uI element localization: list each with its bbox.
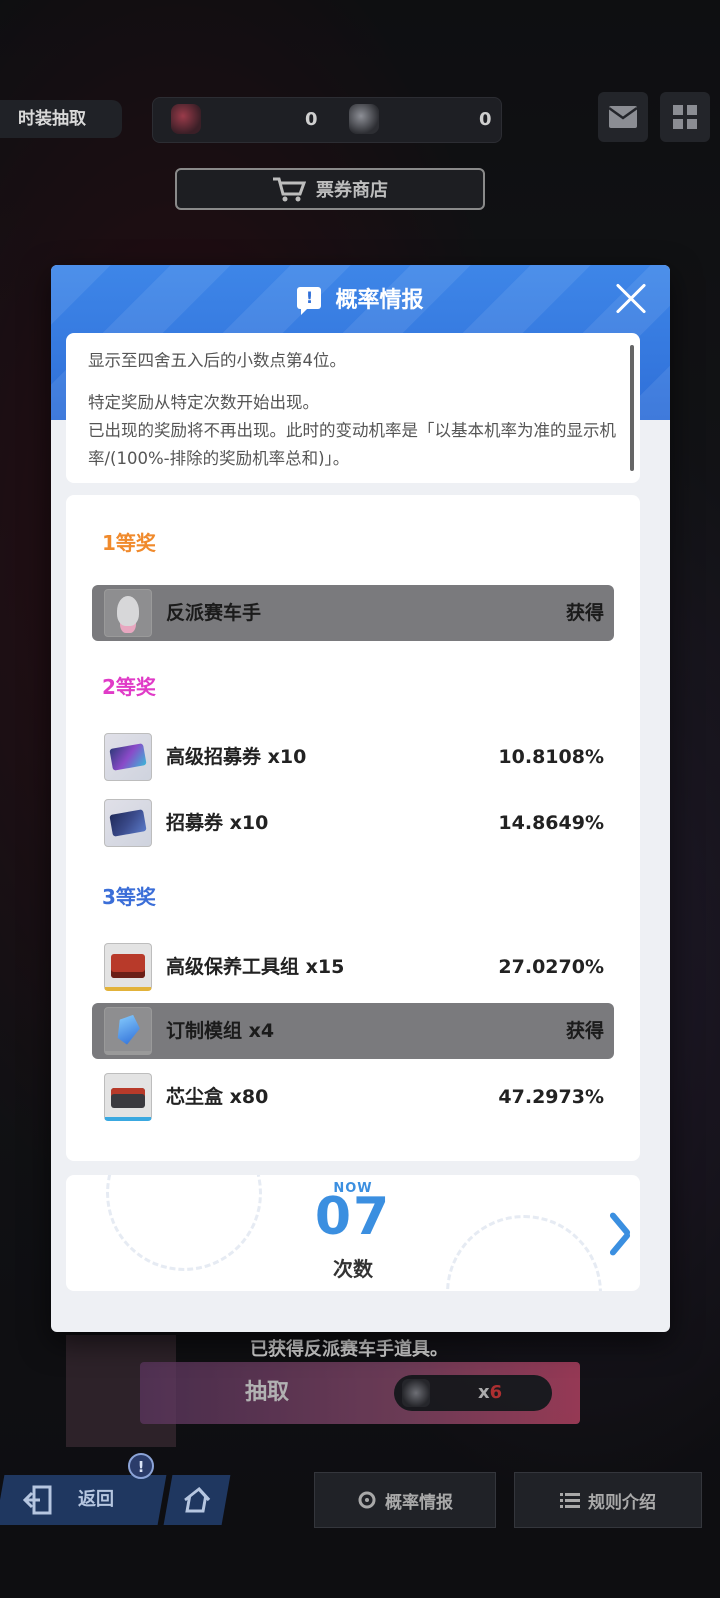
tier-1-heading: 1等奖 (102, 531, 156, 555)
home-button[interactable] (163, 1475, 231, 1525)
list-icon (560, 1493, 580, 1508)
gear-icon (358, 1491, 376, 1509)
notice-line: 特定奖励从特定次数开始出现。 (88, 393, 319, 412)
advanced-recruit-ticket-thumbnail (104, 733, 152, 781)
prize-list[interactable]: 1等奖 反派赛车手 获得 2等奖 高级招募券 x10 10.8108% 招募券 … (66, 495, 640, 1161)
notice-box[interactable]: 显示至四舍五入后的小数点第4位。 特定奖励从特定次数开始出现。 已出现的奖励将不… (66, 333, 640, 483)
notice-line: 显示至四舍五入后的小数点第4位。 (88, 351, 346, 370)
grid-icon (673, 105, 697, 129)
obtained-message: 已获得反派赛车手道具。 (250, 1339, 448, 1360)
costume-draw-tab[interactable]: 时装抽取 (0, 100, 122, 138)
item-rate: 10.8108% (498, 746, 604, 768)
draw-label: 抽取 (245, 1380, 290, 1405)
draw-button[interactable]: 抽取 x6 (140, 1362, 580, 1424)
grey-token-icon (349, 104, 379, 134)
notice-line: 已出现的奖励将不再出现。此时的变动机率是「以基本机率为准的显示机率/(100%-… (88, 421, 616, 468)
grey-token-icon (402, 1379, 430, 1407)
toolkit-thumbnail (104, 943, 152, 991)
menu-grid-button[interactable] (660, 92, 710, 142)
draw-cost: x6 (394, 1375, 552, 1411)
list-item: 芯尘盒 x80 47.2973% (92, 1069, 614, 1125)
list-item: 高级招募券 x10 10.8108% (92, 729, 614, 785)
close-icon[interactable] (614, 281, 648, 315)
item-name: 高级保养工具组 x15 (166, 956, 345, 978)
costume-thumbnail (104, 589, 152, 637)
item-rate: 47.2973% (498, 1086, 604, 1108)
mail-icon (608, 106, 638, 128)
exit-icon (22, 1485, 52, 1515)
currency-value-grey: 0 (479, 109, 492, 130)
dialog-title-bar: ! 概率情报 (51, 265, 670, 331)
cart-icon (273, 177, 306, 202)
list-item: 招募券 x10 14.8649% (92, 795, 614, 851)
ticket-shop-label: 票券商店 (316, 180, 388, 201)
home-icon (184, 1487, 211, 1513)
item-status: 获得 (565, 1020, 604, 1042)
currency-bar: 0 0 (152, 97, 502, 143)
ticket-shop-button[interactable]: 票券商店 (175, 168, 485, 210)
draw-count-label: 次数 (333, 1257, 373, 1281)
list-item: 订制模组 x4 获得 (92, 1003, 614, 1059)
currency-value-red: 0 (305, 109, 318, 130)
tier-3-heading: 3等奖 (102, 885, 156, 909)
item-name: 订制模组 x4 (166, 1020, 275, 1042)
probability-info-label: 概率情报 (385, 1492, 453, 1513)
probability-info-dialog: ! 概率情报 显示至四舍五入后的小数点第4位。 特定奖励从特定次数开始出现。 已… (51, 265, 670, 1332)
item-rate: 14.8649% (498, 812, 604, 834)
draw-cost-amount: x6 (478, 1382, 503, 1403)
mail-button[interactable] (598, 92, 648, 142)
custom-module-thumbnail (104, 1007, 152, 1055)
item-name: 高级招募券 x10 (166, 746, 307, 768)
draw-count: 07 (314, 1187, 392, 1247)
item-name: 芯尘盒 x80 (166, 1086, 269, 1108)
alert-badge-icon: ! (128, 1453, 154, 1479)
chip-dust-box-thumbnail (104, 1073, 152, 1121)
item-name: 反派赛车手 (166, 602, 262, 624)
item-status: 获得 (565, 602, 604, 624)
rules-button[interactable]: 规则介绍 (514, 1472, 702, 1528)
list-item: 高级保养工具组 x15 27.0270% (92, 939, 614, 995)
probability-info-button[interactable]: 概率情报 (314, 1472, 496, 1528)
tier-2-heading: 2等奖 (102, 675, 156, 699)
dialog-title: 概率情报 (335, 288, 424, 313)
list-item: 反派赛车手 获得 (92, 585, 614, 641)
draw-counter-panel: NOW 07 次数 (66, 1175, 640, 1291)
item-name: 招募券 x10 (166, 812, 269, 834)
chevron-right-icon[interactable] (604, 1211, 626, 1251)
rules-label: 规则介绍 (588, 1492, 656, 1513)
item-rate: 27.0270% (498, 956, 604, 978)
notice-scrollbar[interactable] (630, 345, 634, 471)
notice-icon: ! (297, 287, 322, 315)
recruit-ticket-thumbnail (104, 799, 152, 847)
red-token-icon (171, 104, 201, 134)
